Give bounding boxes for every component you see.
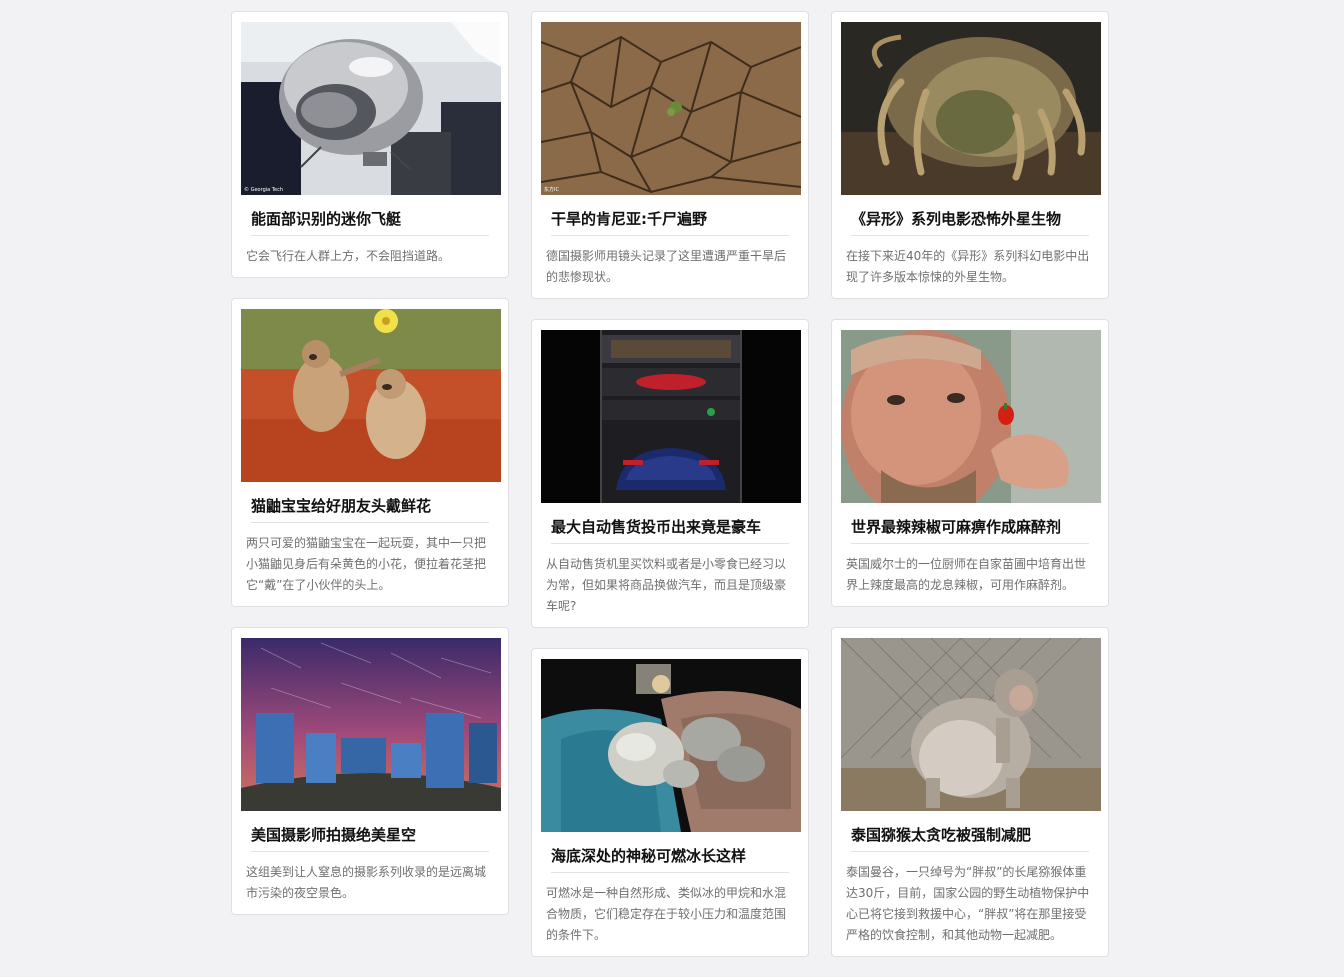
article-thumbnail[interactable] [541, 330, 801, 503]
article-card[interactable]: 东方IC 干旱的肯尼亚:千尸遍野 德国摄影师用镜头记录了这里遭遇严重干旱后的悲惨… [531, 11, 809, 299]
article-title[interactable]: 干旱的肯尼亚:千尸遍野 [551, 209, 789, 236]
image-credit: 东方IC [544, 187, 559, 193]
article-title[interactable]: 《异形》系列电影恐怖外星生物 [851, 209, 1089, 236]
article-title[interactable]: 能面部识别的迷你飞艇 [251, 209, 489, 236]
image-credit: © Georgia Tech [244, 187, 283, 193]
article-description: 它会飞行在人群上方，不会阻挡道路。 [246, 249, 451, 263]
article-thumbnail[interactable]: © Georgia Tech [241, 22, 501, 195]
article-thumbnail[interactable] [241, 638, 501, 811]
column-2: 东方IC 干旱的肯尼亚:千尸遍野 德国摄影师用镜头记录了这里遭遇严重干旱后的悲惨… [531, 11, 809, 977]
article-thumbnail[interactable] [241, 309, 501, 482]
article-title[interactable]: 美国摄影师拍摄绝美星空 [251, 825, 489, 852]
article-thumbnail[interactable] [841, 22, 1101, 195]
article-title[interactable]: 猫鼬宝宝给好朋友头戴鲜花 [251, 496, 489, 523]
article-description: 德国摄影师用镜头记录了这里遭遇严重干旱后的悲惨现状。 [546, 249, 787, 284]
article-title[interactable]: 世界最辣辣椒可麻痹作成麻醉剂 [851, 517, 1089, 544]
article-title[interactable]: 最大自动售货投币出来竟是豪车 [551, 517, 789, 544]
article-description: 两只可爱的猫鼬宝宝在一起玩耍，其中一只把小猫鼬见身后有朵黄色的小花，便拉着花茎把… [246, 536, 487, 592]
column-1: © Georgia Tech 能面部识别的迷你飞艇 它会飞行在人群上方，不会阻挡… [231, 11, 509, 935]
article-card[interactable]: 泰国猕猴太贪吃被强制减肥 泰国曼谷，一只绰号为“胖叔”的长尾猕猴体重达30斤，目… [831, 627, 1109, 957]
article-description: 英国威尔士的一位厨师在自家苗圃中培育出世界上辣度最高的龙息辣椒，可用作麻醉剂。 [846, 557, 1087, 592]
article-card[interactable]: 美国摄影师拍摄绝美星空 这组美到让人窒息的摄影系列收录的是远离城市污染的夜空景色… [231, 627, 509, 915]
article-thumbnail[interactable] [841, 638, 1101, 811]
article-thumbnail[interactable] [841, 330, 1101, 503]
article-card[interactable]: 猫鼬宝宝给好朋友头戴鲜花 两只可爱的猫鼬宝宝在一起玩耍，其中一只把小猫鼬见身后有… [231, 298, 509, 607]
article-title[interactable]: 海底深处的神秘可燃冰长这样 [551, 846, 789, 873]
article-description: 从自动售货机里买饮料或者是小零食已经习以为常，但如果将商品换做汽车，而且是顶级豪… [546, 557, 787, 613]
article-title[interactable]: 泰国猕猴太贪吃被强制减肥 [851, 825, 1089, 852]
article-card[interactable]: 最大自动售货投币出来竟是豪车 从自动售货机里买饮料或者是小零食已经习以为常，但如… [531, 319, 809, 628]
article-card[interactable]: 《异形》系列电影恐怖外星生物 在接下来近40年的《异形》系列科幻电影中出现了许多… [831, 11, 1109, 299]
article-card[interactable]: 海底深处的神秘可燃冰长这样 可燃冰是一种自然形成、类似冰的甲烷和水混合物质，它们… [531, 648, 809, 957]
article-thumbnail[interactable] [541, 659, 801, 832]
article-description: 可燃冰是一种自然形成、类似冰的甲烷和水混合物质，它们稳定存在于较小压力和温度范围… [546, 886, 787, 942]
column-3: 《异形》系列电影恐怖外星生物 在接下来近40年的《异形》系列科幻电影中出现了许多… [831, 11, 1109, 977]
article-description: 泰国曼谷，一只绰号为“胖叔”的长尾猕猴体重达30斤，目前，国家公园的野生动植物保… [846, 865, 1090, 942]
article-description: 在接下来近40年的《异形》系列科幻电影中出现了许多版本惊悚的外星生物。 [846, 249, 1090, 284]
article-description: 这组美到让人窒息的摄影系列收录的是远离城市污染的夜空景色。 [246, 865, 487, 900]
article-thumbnail[interactable]: 东方IC [541, 22, 801, 195]
article-card[interactable]: © Georgia Tech 能面部识别的迷你飞艇 它会飞行在人群上方，不会阻挡… [231, 11, 509, 278]
article-card[interactable]: 世界最辣辣椒可麻痹作成麻醉剂 英国威尔士的一位厨师在自家苗圃中培育出世界上辣度最… [831, 319, 1109, 607]
